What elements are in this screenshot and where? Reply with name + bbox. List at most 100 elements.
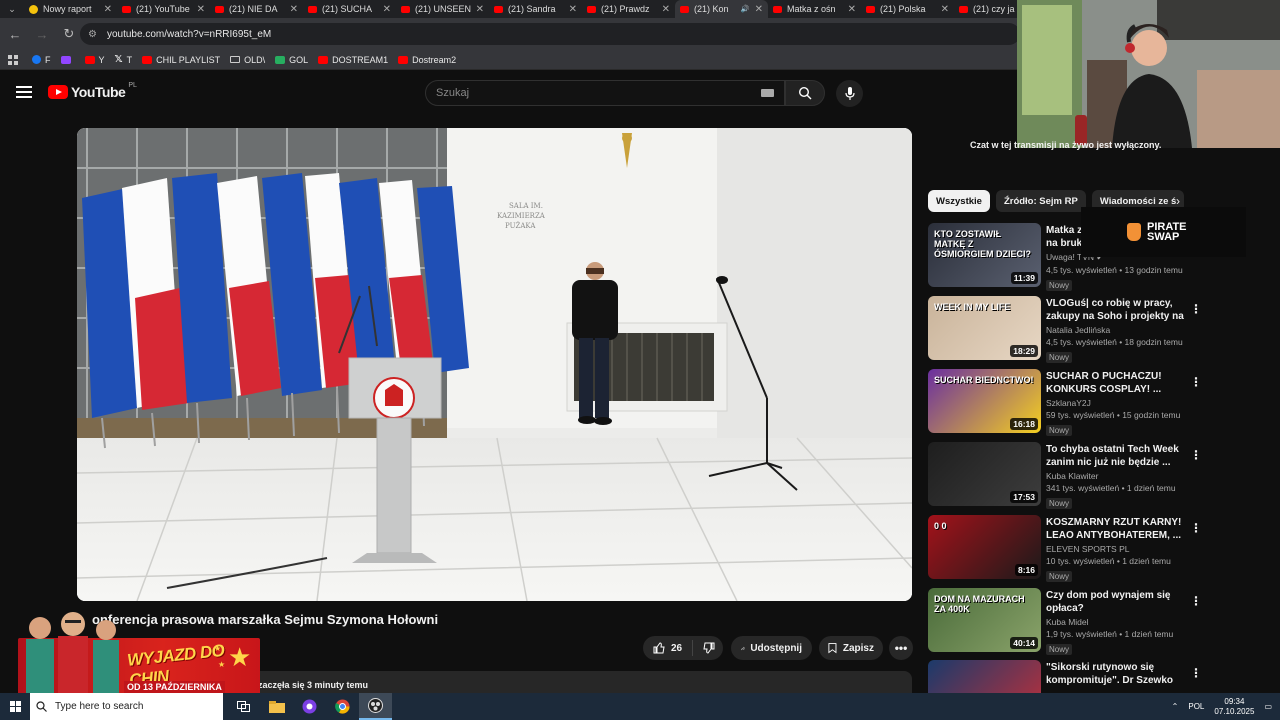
file-explorer-icon[interactable] xyxy=(260,693,293,720)
channel-name[interactable]: Kuba Midel xyxy=(1046,617,1184,627)
thumbnail-text: 0 0 xyxy=(934,521,947,531)
start-button[interactable] xyxy=(0,701,30,712)
save-label: Zapisz xyxy=(842,642,874,654)
apps-icon[interactable] xyxy=(8,54,18,65)
more-options-icon[interactable]: ⋮ xyxy=(1190,594,1202,608)
browser-tab[interactable]: (21) NIE DA ✕ xyxy=(210,0,303,18)
more-options-icon[interactable]: ⋮ xyxy=(1190,666,1202,680)
chrome-icon[interactable] xyxy=(326,693,359,720)
recommendation-title[interactable]: Czy dom pod wynajem się opłaca? xyxy=(1046,589,1184,615)
share-button[interactable]: Udostępnij xyxy=(731,636,812,660)
more-options-icon[interactable]: ⋮ xyxy=(1190,521,1202,535)
bookmark-item[interactable]: OLD\ xyxy=(230,55,265,65)
recommendation-item[interactable]: SUCHAR BIEDNCTWO! 16:18 SUCHAR O PUCHACZU!… xyxy=(928,369,1202,436)
bookmark-item[interactable]: GOL xyxy=(275,55,308,65)
close-tab-icon[interactable]: ✕ xyxy=(290,4,298,15)
reload-icon[interactable]: ↻ xyxy=(57,26,81,42)
video-thumbnail[interactable]: KTO ZOSTAWIŁ MATKĘ Z ÓSMIORGIEM DZIECI? 1… xyxy=(928,223,1041,287)
browser-tab[interactable]: (21) SUCHA ✕ xyxy=(303,0,396,18)
bookmark-label: CHIL PLAYLIST xyxy=(156,54,221,65)
clock[interactable]: 09:34 07.10.2025 xyxy=(1214,697,1254,717)
browser-tab[interactable]: Matka z ośn ✕ xyxy=(768,0,861,18)
recommendation-item[interactable]: WEEK IN MY LIFE 18:29 VLOGuś| co robię w p… xyxy=(928,296,1202,365)
channel-name[interactable]: Natalia Jedlińska xyxy=(1046,325,1184,335)
task-view-icon[interactable] xyxy=(227,693,260,720)
language-indicator[interactable]: POL xyxy=(1188,702,1204,711)
browser-tab[interactable]: (21) Prawdz ✕ xyxy=(582,0,675,18)
tab-search-chevron-icon[interactable]: ⌄ xyxy=(0,0,24,18)
recommendation-title[interactable]: "Sikorski rutynowo się kompromituje". Dr… xyxy=(1046,661,1184,687)
obs-icon[interactable] xyxy=(359,693,392,720)
keyboard-icon[interactable] xyxy=(761,89,774,97)
recommendation-item[interactable]: DOM NA MAZURACH ZA 400K 40:14 Czy dom pod … xyxy=(928,588,1202,655)
browser-tab[interactable]: Nowy raport ✕ xyxy=(24,0,117,18)
browser-tab[interactable]: (21) Kon 🔊 ✕ xyxy=(675,0,768,18)
bookmark-item[interactable]: DOSTREAM1 xyxy=(318,55,388,65)
filter-chip[interactable]: Wszystkie xyxy=(928,190,990,212)
close-tab-icon[interactable]: ✕ xyxy=(569,4,577,15)
bookmark-item[interactable]: Y xyxy=(84,55,105,65)
bookmark-item[interactable] xyxy=(60,55,75,64)
close-tab-icon[interactable]: ✕ xyxy=(476,4,484,15)
browser-tab[interactable]: (21) UNSEEN ✕ xyxy=(396,0,489,18)
recommendation-item[interactable]: 17:53 To chyba ostatni Tech Week zanim ni… xyxy=(928,442,1202,509)
youtube-logo[interactable]: YouTube PL xyxy=(48,82,137,100)
video-thumbnail[interactable]: 17:53 xyxy=(928,442,1041,506)
search-input[interactable]: Szukaj xyxy=(425,80,785,106)
filter-chip[interactable]: Źródło: Sejm RP xyxy=(995,190,1086,212)
site-info-icon[interactable]: ⚙ xyxy=(88,29,97,40)
close-tab-icon[interactable]: ✕ xyxy=(383,4,391,15)
browser-tab[interactable]: (21) Polska ✕ xyxy=(861,0,954,18)
save-button[interactable]: Zapisz xyxy=(819,636,883,660)
youtube-favicon-icon xyxy=(959,5,968,13)
channel-name[interactable]: Kuba Klawiter xyxy=(1046,471,1184,481)
menu-icon[interactable] xyxy=(16,86,32,98)
url-field[interactable]: ⚙ youtube.com/watch?v=nRRI695t_eM xyxy=(80,23,1020,45)
more-options-icon[interactable]: ⋮ xyxy=(1190,302,1202,316)
bookmark-item[interactable]: Dostream2 xyxy=(398,55,456,65)
audio-playing-icon[interactable]: 🔊 xyxy=(741,5,750,13)
recommendation-title[interactable]: VLOGuś| co robię w pracy, zakupy na Soho… xyxy=(1046,297,1184,323)
webcam-image xyxy=(1017,0,1280,148)
channel-name-text: ELEVEN SPORTS PL xyxy=(1046,544,1130,554)
close-tab-icon[interactable]: ✕ xyxy=(941,4,949,15)
dislike-button[interactable] xyxy=(693,642,725,654)
recommendation-item[interactable]: 0 0 8:16 KOSZMARNY RZUT KARNY! LEAO ANTYBO… xyxy=(928,515,1202,582)
bookmark-item[interactable]: CHIL PLAYLIST xyxy=(142,55,220,65)
video-thumbnail[interactable]: DOM NA MAZURACH ZA 400K 40:14 xyxy=(928,588,1041,652)
browser-tab[interactable]: (21) Sandra ✕ xyxy=(489,0,582,18)
close-tab-icon[interactable]: ✕ xyxy=(755,4,763,15)
notification-icon[interactable]: ▭ xyxy=(1264,702,1272,711)
recommendation-title[interactable]: SUCHAR O PUCHACZU! KONKURS COSPLAY! ... xyxy=(1046,370,1184,396)
browser-tab[interactable]: (21) YouTube ✕ xyxy=(117,0,210,18)
close-tab-icon[interactable]: ✕ xyxy=(104,4,112,15)
taskbar-search-input[interactable]: Type here to search xyxy=(30,693,223,720)
channel-name[interactable]: SzklanaY2J xyxy=(1046,398,1184,408)
like-button[interactable]: 26 xyxy=(643,640,694,656)
tray-chevron-icon[interactable]: ⌃ xyxy=(1172,702,1179,711)
video-thumbnail[interactable]: WEEK IN MY LIFE 18:29 xyxy=(928,296,1041,360)
recommendation-title[interactable]: KOSZMARNY RZUT KARNY! LEAO ANTYBOHATEREM… xyxy=(1046,516,1184,542)
video-thumbnail[interactable]: SUCHAR BIEDNCTWO! 16:18 xyxy=(928,369,1041,433)
new-badge: Nowy xyxy=(1046,352,1073,363)
more-options-icon[interactable]: ⋮ xyxy=(1190,375,1202,389)
channel-name[interactable]: ELEVEN SPORTS PL xyxy=(1046,544,1184,554)
close-tab-icon[interactable]: ✕ xyxy=(197,4,205,15)
bookmark-item[interactable]: 𝕏T xyxy=(115,54,133,65)
chevron-right-icon[interactable]: › xyxy=(1176,194,1180,208)
more-icon[interactable]: ••• xyxy=(889,636,913,660)
recommendation-title[interactable]: To chyba ostatni Tech Week zanim nic już… xyxy=(1046,443,1184,469)
back-icon[interactable]: ← xyxy=(3,27,27,42)
recommendation-info: VLOGuś| co robię w pracy, zakupy na Soho… xyxy=(1046,297,1184,365)
close-tab-icon[interactable]: ✕ xyxy=(662,4,670,15)
forward-icon[interactable]: → xyxy=(30,27,54,42)
more-options-icon[interactable]: ⋮ xyxy=(1190,448,1202,462)
search-button[interactable] xyxy=(785,80,825,106)
voice-search-button[interactable] xyxy=(836,80,863,107)
close-tab-icon[interactable]: ✕ xyxy=(848,4,856,15)
bookmark-item[interactable]: F xyxy=(32,55,51,65)
tab-title: (21) SUCHA xyxy=(322,4,373,14)
app-icon[interactable] xyxy=(293,693,326,720)
video-player[interactable]: SALA IM. KAZIMIERZA PUŻAKA xyxy=(77,128,912,601)
video-thumbnail[interactable]: 0 0 8:16 xyxy=(928,515,1041,579)
